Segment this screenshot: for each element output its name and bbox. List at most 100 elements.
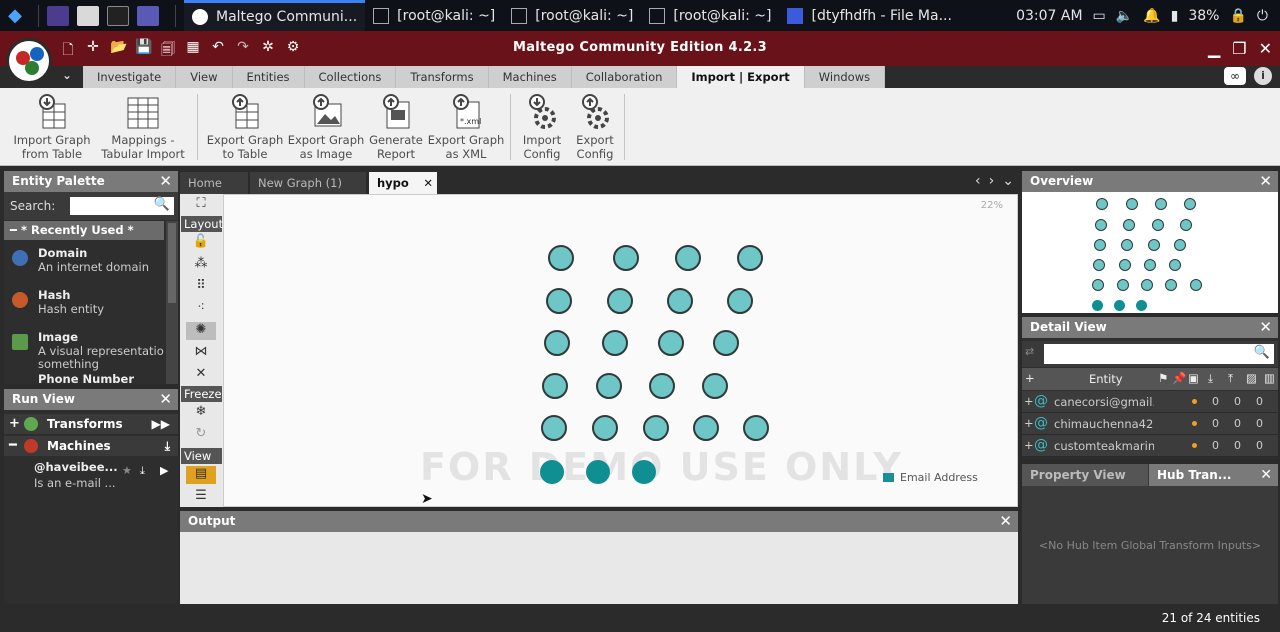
generate-report-button[interactable]: Generate Report xyxy=(366,94,426,161)
import-graph-from-table-button[interactable]: Import Graph from Table xyxy=(10,94,94,161)
kali-menu-icon[interactable]: ◆ xyxy=(0,0,30,31)
browser-launcher-icon[interactable] xyxy=(137,5,159,26)
email-node[interactable] xyxy=(546,288,572,314)
power-icon[interactable]: ⏻ xyxy=(1257,8,1268,24)
image-icon[interactable]: ▨ xyxy=(1246,371,1257,385)
tab-hypo[interactable]: hypo ✕ xyxy=(369,172,437,194)
export-config-button[interactable]: Export Config xyxy=(570,94,620,161)
terminal-launcher-icon[interactable] xyxy=(107,5,129,26)
email-node[interactable] xyxy=(667,288,693,314)
info-icon[interactable]: i xyxy=(1254,67,1272,85)
tab-property-view[interactable]: Property View xyxy=(1022,464,1148,486)
file-manager-launcher-icon[interactable] xyxy=(77,5,99,26)
list-view-icon[interactable]: ☰ xyxy=(186,488,216,506)
add-entity-icon[interactable]: ✛ xyxy=(85,39,101,63)
task-file-manager[interactable]: [dtyfhdfh - File Ma... xyxy=(779,0,965,31)
undo-icon[interactable]: ↶ xyxy=(210,39,226,63)
palette-entity-domain[interactable]: Domain An internet domain xyxy=(4,242,164,284)
briefcase-icon[interactable]: ▣ xyxy=(1188,371,1199,385)
hierarchical-layout-icon[interactable]: ⠿ xyxy=(186,278,216,296)
email-node[interactable] xyxy=(702,373,728,399)
new-graph-icon[interactable]: 🗋 xyxy=(60,39,76,63)
email-node[interactable] xyxy=(727,288,753,314)
clock[interactable]: 03:07 AM xyxy=(1016,8,1082,24)
chevron-right-icon[interactable]: › xyxy=(989,173,995,189)
email-node[interactable] xyxy=(602,330,628,356)
save-icon[interactable]: 💾 xyxy=(135,39,152,63)
search-icon[interactable]: 🔍 xyxy=(1254,345,1270,360)
email-node-selected[interactable] xyxy=(540,460,564,484)
email-node[interactable] xyxy=(713,330,739,356)
chevron-down-icon[interactable]: ⌄ xyxy=(62,68,72,82)
columns-icon[interactable]: ▥ xyxy=(1264,371,1275,385)
run-view-transforms[interactable]: + Transforms ▶▶ xyxy=(4,414,178,434)
import-machine-icon[interactable]: ⤓ xyxy=(165,436,170,456)
workspace-launcher-icon[interactable] xyxy=(47,5,69,26)
email-node[interactable] xyxy=(541,415,567,441)
recently-used-group[interactable]: ━ * Recently Used * xyxy=(4,221,164,240)
tab-collections[interactable]: Collections xyxy=(305,66,397,88)
email-node[interactable] xyxy=(596,373,622,399)
star-icon[interactable]: ★ xyxy=(122,464,132,477)
pin-icon[interactable]: 📌 xyxy=(1172,371,1186,385)
task-maltego[interactable]: Maltego Communi... xyxy=(184,0,366,31)
maltego-logo-icon[interactable] xyxy=(6,38,52,84)
calendar-icon[interactable]: ▦ xyxy=(185,39,201,63)
detail-row[interactable]: + @ customteakmarine 0 0 0 xyxy=(1022,435,1278,457)
run-all-icon[interactable]: ▶▶ xyxy=(152,414,170,434)
expand-icon[interactable]: + xyxy=(9,414,20,434)
email-node[interactable] xyxy=(613,245,639,271)
freeze-icon[interactable]: ❄ xyxy=(186,404,216,422)
close-icon[interactable]: ✕ xyxy=(159,171,172,192)
transform-settings-icon[interactable]: ✲ xyxy=(260,39,276,63)
close-window-icon[interactable]: ✕ xyxy=(1259,39,1272,58)
screen-icon[interactable]: ▭ xyxy=(1093,8,1106,24)
tab-investigate[interactable]: Investigate xyxy=(83,66,177,88)
chevron-down-icon[interactable]: ⌄ xyxy=(1002,173,1014,189)
email-node-selected[interactable] xyxy=(632,460,656,484)
palette-entity-image[interactable]: Image A visual representatio something xyxy=(4,326,164,371)
email-node[interactable] xyxy=(542,373,568,399)
detail-row[interactable]: + @ chimauchenna42@ 0 0 0 xyxy=(1022,413,1278,435)
overview-panel[interactable] xyxy=(1022,192,1278,313)
interactive-layout-icon[interactable]: ✕ xyxy=(186,366,216,384)
palette-entity-hash[interactable]: Hash Hash entity xyxy=(4,284,164,326)
save-all-icon[interactable]: 🗐 xyxy=(160,39,176,63)
graph-canvas[interactable]: 22% FOR DEMO USE ONLY Email Address ➤ xyxy=(223,194,1018,507)
task-terminal-1[interactable]: [root@kali: ~] xyxy=(365,0,503,31)
detail-row[interactable]: + @ canecorsi@gmail. 0 0 0 xyxy=(1022,391,1278,413)
chevron-left-icon[interactable]: ‹ xyxy=(975,173,981,189)
close-icon[interactable]: ✕ xyxy=(159,389,172,410)
machine-item[interactable]: @haveibee... Is an e-mail ... xyxy=(34,460,118,490)
tab-view[interactable]: View xyxy=(176,66,233,88)
email-node[interactable] xyxy=(675,245,701,271)
email-node[interactable] xyxy=(548,245,574,271)
close-icon[interactable]: ✕ xyxy=(999,511,1012,532)
minimize-icon[interactable]: ▁ xyxy=(1208,39,1220,58)
email-node[interactable] xyxy=(737,245,763,271)
notification-bell-icon[interactable]: 🔔 xyxy=(1143,8,1160,24)
battery-icon[interactable]: ▮ xyxy=(1171,8,1179,24)
expand-icon[interactable]: + xyxy=(1024,394,1034,408)
run-machine-icon[interactable]: ▶ xyxy=(160,464,168,477)
email-node[interactable] xyxy=(592,415,618,441)
email-node[interactable] xyxy=(649,373,675,399)
column-entity[interactable]: Entity xyxy=(1089,372,1123,386)
palette-entity-phone[interactable]: Phone Number xyxy=(4,368,164,384)
tab-machines[interactable]: Machines xyxy=(489,66,572,88)
link-icon[interactable]: ⇄ xyxy=(1025,345,1034,358)
export-graph-to-table-button[interactable]: Export Graph to Table xyxy=(204,94,286,161)
lock-layout-icon[interactable]: 🔓 xyxy=(186,234,216,252)
export-graph-as-xml-button[interactable]: *.xml Export Graph as XML xyxy=(426,94,506,161)
email-node[interactable] xyxy=(607,288,633,314)
tab-import-export[interactable]: Import | Export xyxy=(677,66,805,88)
email-node[interactable] xyxy=(544,330,570,356)
tab-home[interactable]: Home xyxy=(180,172,248,194)
export-graph-as-image-button[interactable]: Export Graph as Image xyxy=(286,94,366,161)
fit-view-icon[interactable]: ⛶ xyxy=(186,196,216,214)
tab-hub-transforms[interactable]: Hub Tran... ✕ xyxy=(1149,464,1278,486)
close-icon[interactable]: ✕ xyxy=(1260,464,1272,486)
outgoing-icon[interactable]: ⤒ xyxy=(1228,371,1233,386)
organic-layout-icon[interactable]: ⋈ xyxy=(186,344,216,362)
maximize-icon[interactable]: ❐ xyxy=(1232,39,1246,58)
